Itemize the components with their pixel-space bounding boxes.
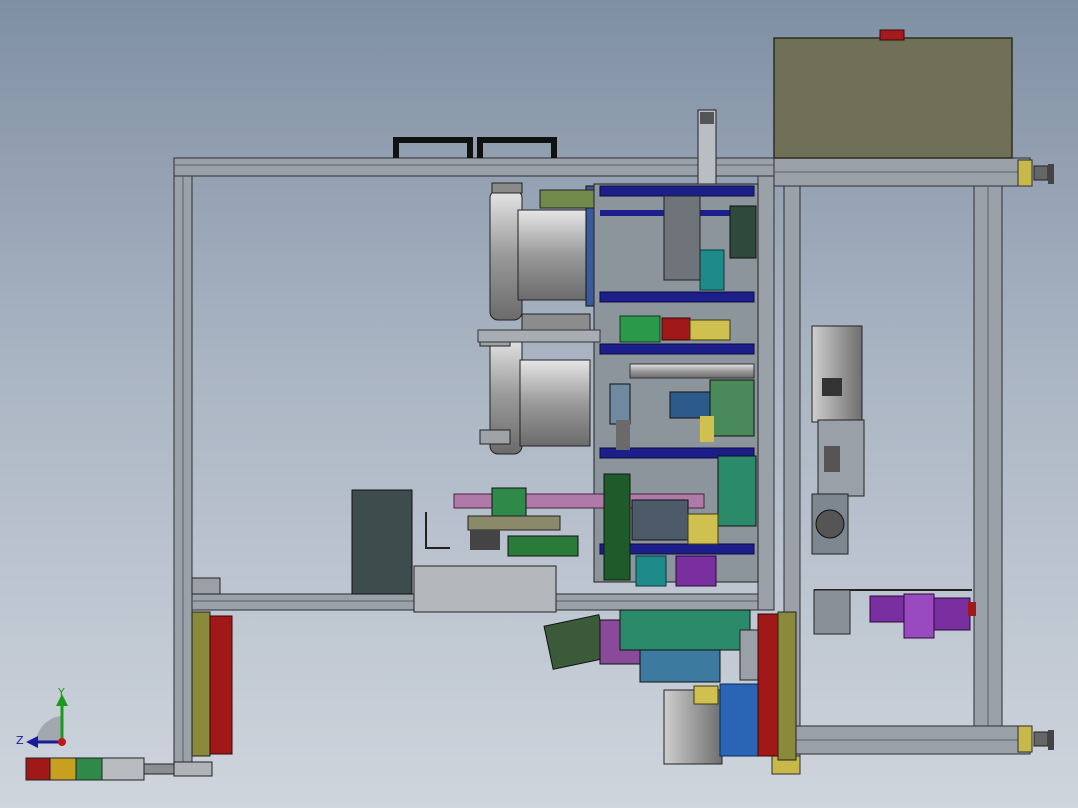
cad-viewport[interactable]: Y Z xyxy=(0,0,1078,808)
pneumatic-slide[interactable] xyxy=(191,487,579,613)
bottom-drive[interactable] xyxy=(543,609,763,765)
electrical-cabinet[interactable] xyxy=(773,29,1013,159)
triad-z-label: Z xyxy=(16,734,24,747)
axis-triad-icon xyxy=(26,694,68,748)
side-motor[interactable] xyxy=(811,325,865,555)
triad-y-label: Y xyxy=(58,686,65,699)
signal-tower-icon xyxy=(25,757,175,781)
machine-assembly-view[interactable] xyxy=(0,0,1078,808)
purple-gear-drive[interactable] xyxy=(813,589,976,639)
carry-handles xyxy=(393,137,557,158)
